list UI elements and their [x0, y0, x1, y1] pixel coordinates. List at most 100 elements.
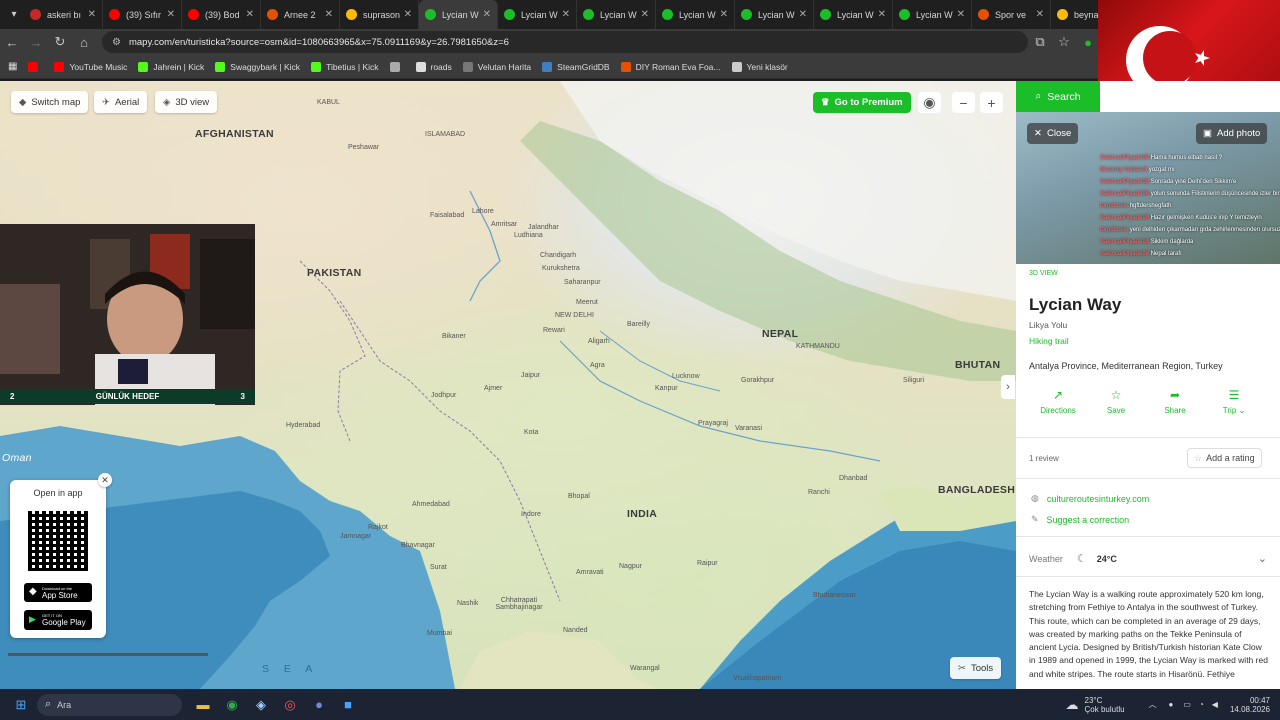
- place-category[interactable]: Hiking trail: [1029, 336, 1069, 346]
- taskbar-search[interactable]: ⌕ Ara: [37, 693, 182, 716]
- place-location: Antalya Province, Mediterranean Region, …: [1029, 361, 1223, 371]
- youtube-icon[interactable]: [28, 61, 43, 72]
- clock[interactable]: 00:47 14.08.2026: [1230, 696, 1270, 714]
- google-play-button[interactable]: ▶ GET IT ON Google Play: [24, 610, 92, 630]
- network-icon[interactable]: ◔: [1199, 700, 1204, 709]
- bookmark-item[interactable]: Swaggybark | Kick: [215, 61, 300, 72]
- zoom-in-button[interactable]: +: [980, 92, 1003, 113]
- browser-tab-strip: ▾ askeri bı ✕ (39) Sıfır ✕ (39) Bod ✕ Arnee 2 ✕…: [0, 0, 1280, 29]
- add-rating-button[interactable]: ☆ Add a rating: [1187, 448, 1262, 468]
- browser-tab[interactable]: Arnee 2 ✕: [261, 0, 340, 29]
- discord-icon[interactable]: ●: [306, 692, 332, 718]
- app-store-button[interactable]: ◆ Download on the App Store: [24, 583, 92, 602]
- bookmark-star-icon[interactable]: ☆: [1052, 34, 1076, 50]
- browser-tab[interactable]: Lycian W ✕: [498, 0, 577, 29]
- tools-button[interactable]: ✂ Tools: [950, 657, 1002, 679]
- tab-favicon-icon: [188, 9, 199, 20]
- cloud-icon: ☁: [1065, 696, 1079, 712]
- app-icon[interactable]: ■: [335, 692, 361, 718]
- trip-button[interactable]: ☰ Trip ⌄: [1204, 388, 1264, 415]
- zoom-out-button[interactable]: −: [952, 92, 975, 113]
- close-tab-icon[interactable]: ✕: [325, 9, 333, 20]
- browser-tab[interactable]: askeri bı ✕: [24, 0, 103, 29]
- save-button[interactable]: ☆ Save: [1086, 388, 1146, 415]
- share-button[interactable]: ➦ Share: [1145, 388, 1205, 415]
- expand-panel-chevron-icon[interactable]: ›: [1001, 375, 1015, 399]
- 3d-view-button[interactable]: ◈ 3D view: [155, 91, 218, 113]
- weather-widget[interactable]: 23°C Çok bulutlu: [1085, 696, 1125, 714]
- close-tab-icon[interactable]: ✕: [720, 9, 728, 20]
- weather-row[interactable]: Weather ☾ 24°C ⌄: [1029, 552, 1267, 565]
- bookmark-item[interactable]: [389, 61, 405, 72]
- browser-tab[interactable]: Lycian W ✕: [577, 0, 656, 29]
- close-tab-icon[interactable]: ✕: [799, 9, 807, 20]
- app-icon[interactable]: ◎: [277, 692, 303, 718]
- tab-search-icon[interactable]: ▾: [4, 5, 24, 25]
- city-label: Nanded: [563, 627, 588, 634]
- bookmark-item[interactable]: YouTube Music: [54, 61, 127, 72]
- aerial-button[interactable]: ✈ Aerial: [94, 91, 148, 113]
- browser-tab[interactable]: Lycian W ✕: [419, 0, 498, 29]
- chevron-down-icon[interactable]: ⌄: [1258, 552, 1267, 565]
- browser-tab[interactable]: Lycian W ✕: [656, 0, 735, 29]
- 3d-view-link[interactable]: 3D VIEW: [1029, 270, 1058, 277]
- browser-tab[interactable]: suprason ✕: [340, 0, 419, 29]
- address-bar[interactable]: ⚙ mapy.com/en/turisticka?source=osm&id=1…: [102, 31, 1028, 53]
- extension-icon[interactable]: ●: [1076, 35, 1100, 50]
- app-icon[interactable]: ◈: [248, 692, 274, 718]
- browser-tab[interactable]: (39) Sıfır ✕: [103, 0, 182, 29]
- chevron-up-icon[interactable]: ︿: [1149, 699, 1157, 710]
- back-icon[interactable]: ←: [0, 35, 24, 50]
- city-label: Kota: [524, 429, 539, 436]
- close-card-icon[interactable]: ✕: [98, 473, 112, 487]
- apps-grid-icon[interactable]: ▦: [8, 61, 17, 72]
- close-tab-icon[interactable]: ✕: [167, 9, 175, 20]
- site-info-icon[interactable]: ⚙: [112, 37, 121, 48]
- close-tab-icon[interactable]: ✕: [246, 9, 254, 20]
- start-icon[interactable]: ⊞: [8, 692, 34, 718]
- switch-map-button[interactable]: ◆ Switch map: [11, 91, 89, 113]
- close-panel-button[interactable]: ✕ Close: [1027, 123, 1079, 144]
- add-photo-button[interactable]: ▣ Add photo: [1196, 123, 1268, 144]
- go-to-premium-button[interactable]: ♛ Go to Premium: [813, 92, 911, 113]
- bookmark-item[interactable]: DIY Roman Eva Foa...: [620, 61, 721, 72]
- close-tab-icon[interactable]: ✕: [483, 9, 491, 20]
- browser-tab[interactable]: (39) Bod ✕: [182, 0, 261, 29]
- close-tab-icon[interactable]: ✕: [562, 9, 570, 20]
- bookmark-item[interactable]: SteamGridDB: [542, 61, 610, 72]
- crown-icon: ♛: [821, 97, 830, 108]
- close-tab-icon[interactable]: ✕: [1036, 9, 1044, 20]
- browser-tab[interactable]: Lycian W ✕: [893, 0, 972, 29]
- close-tab-icon[interactable]: ✕: [88, 9, 96, 20]
- locate-me-button[interactable]: ◉: [918, 92, 941, 113]
- close-tab-icon[interactable]: ✕: [957, 9, 965, 20]
- close-tab-icon[interactable]: ✕: [641, 9, 649, 20]
- volume-icon[interactable]: ◀: [1212, 700, 1218, 709]
- forward-icon[interactable]: →: [24, 35, 48, 50]
- browser-tab[interactable]: Lycian W ✕: [735, 0, 814, 29]
- review-count[interactable]: 1 review: [1029, 454, 1059, 463]
- home-icon[interactable]: ⌂: [72, 35, 96, 50]
- bookmark-item[interactable]: Tibetius | Kick: [311, 61, 379, 72]
- install-app-icon[interactable]: ⧉: [1028, 34, 1052, 50]
- country-label-india: INDIA: [627, 508, 658, 520]
- file-explorer-icon[interactable]: ▬: [190, 692, 216, 718]
- bookmark-item[interactable]: Jahrein | Kick: [138, 61, 204, 72]
- website-row[interactable]: ◍ cultureroutesinturkey.com: [1031, 493, 1149, 504]
- bookmark-item[interactable]: Velutan Harita: [462, 61, 531, 72]
- qr-code[interactable]: [28, 511, 88, 571]
- reload-icon[interactable]: ↻: [48, 34, 72, 50]
- close-tab-icon[interactable]: ✕: [404, 9, 412, 20]
- suggest-correction-row[interactable]: ✎ Suggest a correction: [1031, 514, 1129, 525]
- monitor-icon[interactable]: ▭: [1183, 700, 1191, 709]
- bookmark-item[interactable]: Yeni klasör: [731, 61, 788, 72]
- bookmark-item[interactable]: roads: [415, 61, 452, 72]
- search-button[interactable]: ⌕ Search: [1016, 81, 1100, 112]
- chrome-icon[interactable]: ◉: [219, 692, 245, 718]
- browser-tab[interactable]: Spor ve ✕: [972, 0, 1051, 29]
- browser-tab[interactable]: Lycian W ✕: [814, 0, 893, 29]
- place-photo[interactable]: ✕ Close ▣ Add photo SakincaliPiyade98 Hama…: [1016, 112, 1280, 264]
- close-tab-icon[interactable]: ✕: [878, 9, 886, 20]
- directions-button[interactable]: ↗ Directions: [1028, 388, 1088, 415]
- mic-icon[interactable]: ●: [1169, 700, 1174, 709]
